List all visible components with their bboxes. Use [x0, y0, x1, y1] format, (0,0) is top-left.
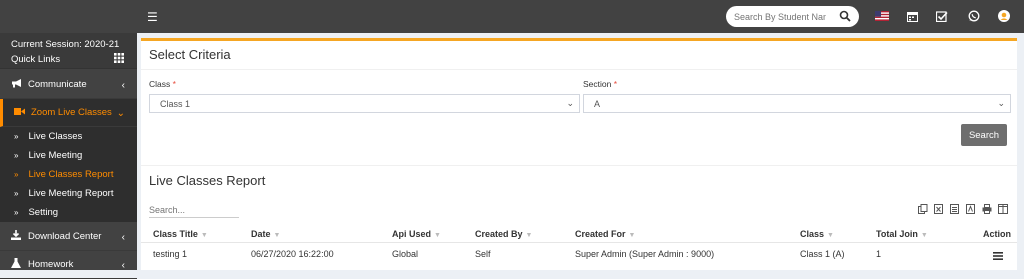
chevron-down-icon: ⌄ — [566, 98, 574, 108]
sidebar-item-download-center[interactable]: Download Center ‹ — [0, 223, 137, 251]
sidebar-subitem-label: Live Classes Report — [28, 169, 114, 180]
double-arrow-icon: » — [14, 208, 19, 217]
sidebar-item-homework[interactable]: Homework ‹ — [0, 251, 137, 279]
student-search[interactable] — [726, 6, 859, 27]
column-header-total-join[interactable]: Total Join ▼ — [876, 229, 928, 239]
select-criteria-title: Select Criteria — [149, 47, 231, 62]
columns-icon[interactable] — [997, 203, 1008, 214]
column-header-class[interactable]: Class ▼ — [800, 229, 834, 239]
action-menu-icon[interactable] — [993, 252, 1003, 260]
column-header-date[interactable]: Date ▼ — [251, 229, 280, 239]
sidebar-subitem-label: Live Meeting — [28, 150, 83, 161]
class-select[interactable]: Class 1 ⌄ — [149, 94, 580, 113]
divider — [141, 165, 1017, 166]
user-avatar-icon[interactable] — [996, 8, 1012, 24]
table-search-input[interactable] — [149, 203, 239, 218]
download-icon — [10, 230, 22, 243]
megaphone-icon — [10, 78, 22, 91]
column-header-class-title[interactable]: Class Title ▼ — [153, 229, 208, 239]
task-check-icon[interactable] — [934, 8, 950, 24]
print-icon[interactable] — [981, 203, 992, 214]
sidebar-item-communicate[interactable]: Communicate ‹ — [0, 71, 137, 99]
sidebar-subitem-label: Setting — [28, 207, 59, 218]
sidebar-subitem-setting[interactable]: » Setting — [0, 203, 137, 222]
class-label: Class * — [149, 79, 176, 89]
sidebar-item-label: Communicate — [28, 79, 87, 90]
grid-icon[interactable] — [114, 53, 124, 63]
quick-links-label[interactable]: Quick Links — [11, 54, 60, 65]
chevron-down-icon: ⌄ — [997, 98, 1005, 108]
flask-icon — [10, 258, 22, 271]
live-classes-report-title: Live Classes Report — [149, 173, 266, 188]
cell-class-title: testing 1 — [153, 249, 188, 259]
column-header-action: Action — [983, 229, 1011, 239]
column-header-created-for[interactable]: Created For ▼ — [575, 229, 635, 239]
cell-api-used: Global — [392, 249, 419, 259]
sidebar-subitem-live-meeting-report[interactable]: » Live Meeting Report — [0, 184, 137, 203]
divider — [141, 242, 1017, 243]
cell-class: Class 1 (A) — [800, 249, 845, 259]
sidebar-subitem-label: Live Classes — [28, 131, 83, 142]
pdf-icon[interactable] — [965, 203, 976, 214]
sidebar-item-label: Homework — [28, 259, 74, 270]
section-select-value: A — [594, 98, 601, 109]
search-button[interactable]: Search — [961, 124, 1007, 146]
us-flag-icon[interactable] — [874, 8, 890, 24]
sidebar-item-zoom-live-classes[interactable]: Zoom Live Classes ⌄ — [0, 99, 137, 127]
session-box: Current Session: 2020-21 Quick Links — [0, 33, 137, 69]
sidebar-subitem-live-classes[interactable]: » Live Classes — [0, 127, 137, 146]
divider — [141, 69, 1017, 70]
double-arrow-icon: » — [14, 151, 19, 160]
double-arrow-icon: » — [14, 189, 19, 198]
chevron-down-icon: ⌄ — [116, 108, 125, 119]
class-select-value: Class 1 — [160, 98, 191, 109]
csv-icon[interactable] — [949, 203, 960, 214]
sidebar: Current Session: 2020-21 Quick Links Com… — [0, 33, 137, 279]
select-criteria-panel: Select Criteria Class * Class 1 ⌄ Sectio… — [141, 38, 1017, 270]
calendar-icon[interactable] — [904, 8, 920, 24]
copy-icon[interactable] — [917, 203, 928, 214]
sidebar-subitem-live-meeting[interactable]: » Live Meeting — [0, 146, 137, 165]
cell-date: 06/27/2020 16:22:00 — [251, 249, 334, 259]
cell-created-by: Self — [475, 249, 491, 259]
sidebar-item-label: Download Center — [28, 231, 102, 242]
excel-icon[interactable] — [933, 203, 944, 214]
double-arrow-icon: » — [14, 132, 19, 141]
video-camera-icon — [13, 107, 25, 119]
chevron-left-icon: ‹ — [121, 260, 125, 271]
student-search-input[interactable] — [726, 11, 826, 22]
section-label: Section * — [583, 79, 618, 89]
menu-icon[interactable]: ☰ — [147, 10, 158, 24]
search-icon[interactable] — [839, 10, 851, 22]
sidebar-subitem-live-classes-report[interactable]: » Live Classes Report — [0, 165, 137, 184]
chevron-left-icon: ‹ — [121, 232, 125, 243]
sidebar-subitem-label: Live Meeting Report — [28, 188, 114, 199]
section-select[interactable]: A ⌄ — [583, 94, 1011, 113]
current-session-label: Current Session: 2020-21 — [11, 39, 120, 50]
double-arrow-icon: » — [14, 170, 19, 179]
whatsapp-icon[interactable] — [966, 8, 982, 24]
chevron-left-icon: ‹ — [121, 80, 125, 91]
cell-total-join: 1 — [876, 249, 882, 259]
cell-created-for: Super Admin (Super Admin : 9000) — [575, 249, 715, 259]
column-header-api-used[interactable]: Api Used ▼ — [392, 229, 441, 239]
sidebar-item-label: Zoom Live Classes — [31, 107, 112, 118]
column-header-created-by[interactable]: Created By ▼ — [475, 229, 532, 239]
